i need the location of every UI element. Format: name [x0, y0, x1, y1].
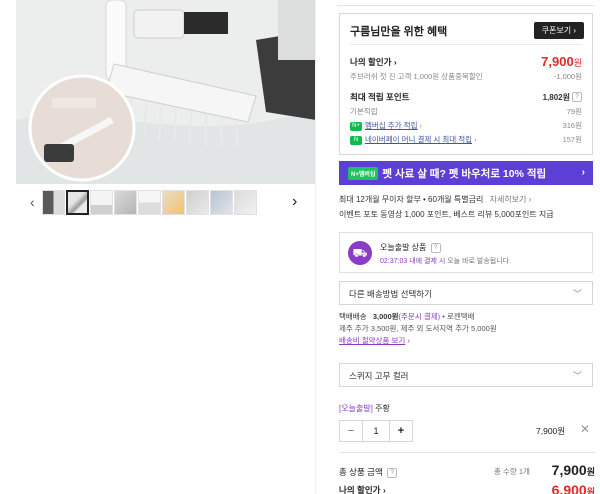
thumbnail-prev-icon[interactable]: ‹ — [30, 194, 35, 210]
option-select-value: 스퀴지 고무 컬러 — [349, 371, 409, 381]
coupon-box-title: 구름님만을 위한 혜택 — [350, 26, 448, 38]
shipping-method-placeholder: 다른 배송방법 선택하기 — [349, 289, 432, 299]
thumbnail-4[interactable] — [114, 190, 137, 215]
thumbnail-7[interactable] — [186, 190, 209, 215]
top-divider — [337, 0, 594, 6]
first-purchase-value: -1,000원 — [553, 72, 582, 81]
max-points-label: 최대 적립 포인트 — [350, 92, 410, 102]
totals-divider — [339, 452, 595, 453]
main-photo-illustration — [16, 0, 316, 184]
quantity-stepper: − 1 + — [339, 420, 413, 442]
my-discount-row: 나의 할인가 › 7,900원 — [350, 54, 582, 69]
my-discount-label[interactable]: 나의 할인가 › — [350, 56, 397, 68]
installment-more-link[interactable]: 자세히보기 › — [490, 195, 532, 204]
installment-info: 최대 12개월 무이자 할부 • 60개월 특별금리 자세히보기 › — [339, 194, 531, 205]
today-delivery-box: ⛟ 오늘출발 상품 ? 02:37:03 내에 결제 시 오늘 바로 발송됩니다… — [339, 232, 593, 273]
max-points-value: 1,802원 — [542, 92, 570, 102]
naver-pay-icon: N — [350, 135, 362, 145]
shipping-method-select[interactable]: 다른 배송방법 선택하기 ﹀ — [339, 281, 593, 305]
quantity-minus-button[interactable]: − — [340, 421, 362, 441]
shipping-info: 택배배송 3,000원(주문시 결제) • 로젠택배 제주 추가 3,500원,… — [339, 311, 497, 347]
delivery-truck-icon: ⛟ — [348, 241, 372, 265]
my-discount-price: 7,900원 — [541, 54, 582, 69]
shipping-fee-line: 택배배송 3,000원(주문시 결제) • 로젠택배 — [339, 312, 475, 321]
npay-points-row: N 네이버페이 머니 결제 시 최대 적립 › 157원 — [350, 134, 582, 145]
selected-option-price: 7,900원 — [536, 426, 566, 436]
total-label: 총 상품 금액 — [339, 467, 383, 477]
max-points-value-wrap: 1,802원? — [543, 92, 582, 103]
thumbnail-3[interactable] — [90, 190, 113, 215]
max-points-row: 최대 적립 포인트 1,802원? — [350, 91, 582, 103]
column-divider — [315, 0, 316, 494]
coupon-view-button[interactable]: 쿠폰보기 › — [533, 22, 584, 39]
pet-voucher-banner[interactable]: N+멤버십 펫 사료 살 때? 펫 바우처로 10% 적립 › — [339, 161, 593, 185]
installment-text: 최대 12개월 무이자 할부 • 60개월 특별금리 — [339, 195, 484, 204]
final-discount-amount: 6,900원 — [551, 482, 595, 494]
npay-points-label[interactable]: N 네이버페이 머니 결제 시 최대 적립 › — [350, 134, 477, 145]
today-delivery-title: 오늘출발 상품 ? — [380, 242, 441, 253]
chevron-down-icon: ﹀ — [572, 289, 582, 299]
base-points-row: 기본적립 79원 — [350, 106, 582, 117]
final-discount-row: 나의 할인가 › 6,900원 — [339, 482, 595, 494]
delivery-help-icon[interactable]: ? — [430, 242, 441, 253]
selected-option-label: [오늘출발] 주황 — [339, 404, 390, 413]
chevron-down-icon: ﹀ — [572, 371, 582, 381]
thumbnail-2-selected[interactable] — [66, 190, 89, 215]
remove-option-icon[interactable]: ✕ — [580, 422, 590, 436]
base-points-value: 79원 — [566, 107, 582, 116]
quantity-value[interactable]: 1 — [362, 421, 390, 441]
coupon-box-divider — [350, 44, 582, 45]
thumbnail-9[interactable] — [234, 190, 257, 215]
event-info: 이벤트 포토 동영상 1,000 포인트, 베스트 리뷰 5,000포인트 지급 — [339, 210, 554, 219]
thumbnail-8[interactable] — [210, 190, 233, 215]
total-amount: 7,900원 — [551, 462, 595, 478]
final-discount-label[interactable]: 나의 할인가 › — [339, 485, 386, 494]
membership-points-value: 316원 — [562, 121, 582, 130]
today-delivery-sub: 02:37:03 내에 결제 시 오늘 바로 발송됩니다. — [380, 258, 512, 265]
option-select[interactable]: 스퀴지 고무 컬러 ﹀ — [339, 363, 593, 387]
main-product-photo[interactable] — [16, 0, 316, 184]
thumbnail-next-icon[interactable]: › — [292, 193, 297, 211]
membership-points-label[interactable]: N+ 멤버십 추가 적립 › — [350, 120, 422, 131]
coupon-benefit-box: 구름님만을 위한 혜택 쿠폰보기 › 나의 할인가 › 7,900원 주브러쉬 … — [339, 13, 593, 155]
membership-points-row: N+ 멤버십 추가 적립 › 316원 — [350, 120, 582, 131]
thumbnail-6[interactable] — [162, 190, 185, 215]
total-amount-row: 총 상품 금액 ? 총 수량 1개 7,900원 — [339, 462, 595, 478]
thumbnail-strip — [42, 190, 257, 218]
shipping-saving-link[interactable]: 배송비 절약상품 보기 › — [339, 335, 497, 347]
points-help-icon[interactable]: ? — [572, 92, 582, 103]
npay-points-value: 157원 — [562, 135, 582, 144]
thumbnail-1[interactable] — [42, 190, 65, 215]
banner-arrow-icon: › — [581, 167, 585, 178]
thumbnail-5[interactable] — [138, 190, 161, 215]
shipping-extra-line: 제주 추가 3,500원, 제주 외 도서지역 추가 5,000원 — [339, 324, 497, 333]
banner-text: 펫 사료 살 때? 펫 바우처로 10% 적립 — [382, 167, 547, 180]
first-purchase-label: 주브러쉬 첫 진 고객 1,000원 상품중복할인 — [350, 72, 483, 81]
total-count: 총 수량 1개 — [494, 467, 530, 476]
total-help-icon[interactable]: ? — [387, 467, 398, 478]
membership-tag: N+멤버십 — [348, 166, 379, 180]
quantity-plus-button[interactable]: + — [390, 421, 412, 441]
first-purchase-row: 주브러쉬 첫 진 고객 1,000원 상품중복할인 -1,000원 — [350, 71, 582, 82]
naver-membership-icon: N+ — [350, 121, 362, 131]
base-points-label: 기본적립 — [350, 107, 378, 116]
